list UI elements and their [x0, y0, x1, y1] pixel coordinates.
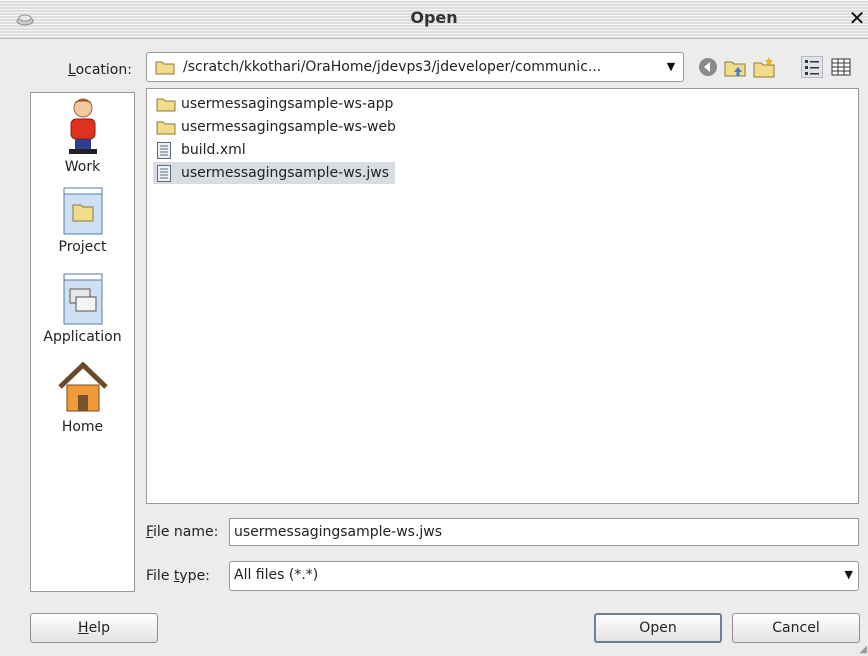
open-button[interactable]: Open — [594, 613, 722, 643]
person-icon — [68, 98, 97, 154]
list-item-selected[interactable]: usermessagingsample-ws.jws — [153, 162, 396, 184]
file-name: build.xml — [181, 142, 246, 158]
file-name: usermessagingsample-ws-app — [181, 96, 394, 112]
window-title: Open — [410, 8, 458, 27]
place-project[interactable]: Project — [31, 187, 134, 255]
close-icon[interactable]: ✕ — [848, 6, 866, 30]
file-list[interactable]: usermessagingsample-ws-app usermessaging… — [146, 88, 859, 504]
list-item[interactable]: build.xml — [153, 139, 252, 161]
file-type-value: All files (*.*) — [234, 567, 319, 583]
resize-grip-icon[interactable]: ◢ — [859, 644, 867, 655]
document-icon — [157, 165, 171, 182]
file-type-label: File type: — [146, 568, 210, 584]
place-label: Work — [64, 159, 101, 175]
places-sidebar: Work Project Application Home — [30, 92, 135, 592]
place-label: Home — [61, 419, 104, 435]
list-item[interactable]: usermessagingsample-ws-app — [153, 93, 399, 115]
house-icon — [57, 361, 108, 412]
project-window-icon — [63, 187, 102, 235]
new-folder-icon[interactable] — [753, 56, 775, 78]
location-combo[interactable]: /scratch/kkothari/OraHome/jdevps3/jdevel… — [146, 52, 684, 82]
details-view-icon[interactable] — [830, 56, 852, 78]
chevron-down-icon[interactable]: ▼ — [845, 568, 853, 581]
folder-icon — [156, 121, 176, 135]
place-label: Application — [43, 329, 122, 345]
folder-icon — [155, 61, 175, 75]
file-name-field[interactable]: usermessagingsample-ws.jws — [229, 518, 859, 546]
up-folder-icon[interactable] — [724, 56, 746, 78]
file-name: usermessagingsample-ws-web — [181, 119, 396, 135]
file-name-label: File name: — [146, 524, 219, 540]
file-name: usermessagingsample-ws.jws — [181, 165, 390, 181]
chevron-down-icon[interactable]: ▼ — [663, 58, 679, 76]
list-item[interactable]: usermessagingsample-ws-web — [153, 116, 402, 138]
back-icon[interactable] — [697, 56, 719, 78]
place-label: Project — [58, 239, 107, 255]
place-application[interactable]: Application — [31, 273, 134, 345]
place-home[interactable]: Home — [31, 361, 134, 435]
title-bar[interactable]: Open ✕ — [0, 0, 868, 39]
cancel-button[interactable]: Cancel — [732, 613, 860, 643]
help-button[interactable]: Help — [30, 613, 158, 643]
list-view-icon[interactable] — [801, 56, 823, 78]
application-window-icon — [63, 273, 102, 325]
document-icon — [157, 142, 171, 159]
file-type-select[interactable]: All files (*.*) ▼ — [229, 561, 859, 591]
folder-icon — [156, 98, 176, 112]
location-label: Location: — [68, 62, 132, 78]
place-work[interactable]: Work — [31, 97, 134, 175]
